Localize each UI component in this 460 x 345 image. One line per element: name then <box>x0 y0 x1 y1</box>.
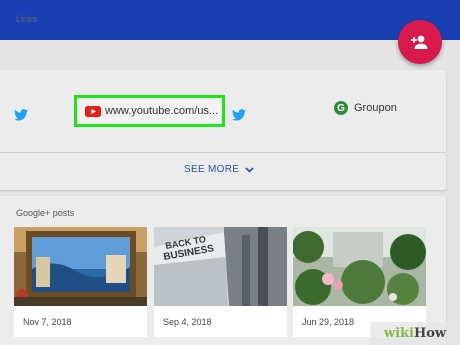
links-heading: Links <box>16 14 38 24</box>
twitter-icon <box>232 109 246 121</box>
post-date: Jun 29, 2018 <box>302 317 355 327</box>
post-card[interactable]: Nov 7, 2018 <box>14 227 147 337</box>
youtube-icon <box>85 105 101 117</box>
post-card[interactable]: Jun 29, 2018 <box>293 227 426 337</box>
post-date: Nov 7, 2018 <box>23 317 72 327</box>
groupon-icon: G <box>334 101 348 115</box>
post-date: Sep 4, 2018 <box>163 317 212 327</box>
wikihow-watermark: wiki How <box>370 322 460 345</box>
post-card[interactable]: BACK TO BUSINESS Sep 4, 2018 <box>154 227 287 337</box>
groupon-link-text: Groupon <box>354 102 397 114</box>
see-more-label: SEE MORE <box>184 164 240 175</box>
see-more-button[interactable]: SEE MORE <box>184 164 254 175</box>
groupon-link[interactable]: G Groupon <box>334 101 397 115</box>
posts-heading: Google+ posts <box>16 208 75 218</box>
youtube-link[interactable]: www.youtube.com/us... <box>74 95 225 127</box>
post-image: BACK TO BUSINESS <box>154 227 287 306</box>
divider <box>0 152 446 153</box>
youtube-link-text: www.youtube.com/us... <box>105 105 219 117</box>
top-app-bar <box>0 0 460 40</box>
twitter-link[interactable] <box>14 104 28 126</box>
post-image <box>14 227 147 306</box>
post-image <box>293 227 426 306</box>
person-add-icon <box>411 35 428 49</box>
chevron-down-icon <box>245 166 254 173</box>
add-contact-button[interactable] <box>398 20 442 64</box>
twitter-icon <box>14 109 28 121</box>
twitter-link[interactable] <box>232 104 246 126</box>
